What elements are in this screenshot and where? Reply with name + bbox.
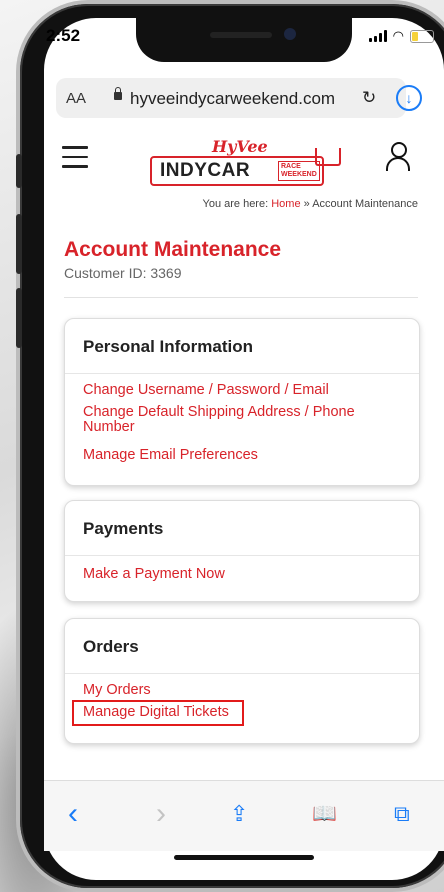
card-title: Personal Information bbox=[83, 337, 254, 356]
back-icon[interactable]: ‹ bbox=[68, 799, 78, 829]
change-shipping-link-cont[interactable]: Number bbox=[83, 420, 135, 435]
address-bar[interactable]: AA hyveeindycarweekend.com ↻ bbox=[56, 78, 406, 118]
personal-information-card: Personal Information Change Username / P… bbox=[64, 318, 420, 486]
divider bbox=[64, 297, 418, 298]
volume-down-button bbox=[16, 288, 22, 348]
lock-icon bbox=[114, 87, 122, 100]
status-time: 2:52 bbox=[46, 26, 81, 45]
customer-id: Customer ID: 3369 bbox=[64, 265, 182, 281]
signal-icon bbox=[368, 30, 387, 42]
text-size-button[interactable]: AA bbox=[66, 90, 86, 107]
email-preferences-link[interactable]: Manage Email Preferences bbox=[83, 448, 258, 463]
notch bbox=[136, 18, 352, 62]
cart-icon[interactable] bbox=[315, 148, 341, 166]
change-shipping-link[interactable]: Change Default Shipping Address / Phone bbox=[83, 405, 355, 420]
my-orders-link[interactable]: My Orders bbox=[83, 683, 151, 698]
breadcrumb-current: Account Maintenance bbox=[312, 198, 418, 210]
battery-icon bbox=[410, 29, 434, 43]
breadcrumb-home-link[interactable]: Home bbox=[271, 198, 300, 210]
menu-icon[interactable] bbox=[62, 146, 88, 175]
card-title: Orders bbox=[83, 637, 139, 656]
camera bbox=[284, 28, 296, 40]
card-title: Payments bbox=[83, 519, 164, 538]
logo-indycar: INDYCAR bbox=[160, 160, 251, 181]
card-divider bbox=[65, 555, 419, 556]
reload-icon[interactable]: ↻ bbox=[362, 88, 376, 108]
site-logo[interactable]: HyVee INDYCAR RACE WEEKEND bbox=[150, 137, 330, 188]
payments-card: Payments Make a Payment Now bbox=[64, 500, 420, 602]
home-indicator bbox=[174, 855, 314, 860]
breadcrumb: You are here: Home » Account Maintenance bbox=[203, 198, 419, 210]
mute-switch bbox=[16, 154, 22, 188]
tabs-icon[interactable]: ⧉ bbox=[394, 803, 410, 825]
account-icon[interactable] bbox=[386, 142, 410, 172]
logo-box: INDYCAR RACE WEEKEND bbox=[150, 156, 324, 186]
forward-icon[interactable]: › bbox=[156, 799, 166, 829]
make-payment-link[interactable]: Make a Payment Now bbox=[83, 567, 225, 582]
card-divider bbox=[65, 373, 419, 374]
breadcrumb-prefix: You are here: bbox=[202, 198, 269, 210]
highlight-box bbox=[72, 700, 244, 726]
volume-up-button bbox=[16, 214, 22, 274]
download-icon[interactable]: ↓ bbox=[396, 85, 422, 111]
status-icons: ◠ bbox=[368, 28, 434, 44]
url-text[interactable]: hyveeindycarweekend.com bbox=[130, 89, 335, 109]
bookmarks-icon[interactable]: 📖 bbox=[312, 803, 337, 825]
wifi-icon: ◠ bbox=[392, 28, 404, 43]
logo-race-weekend: RACE WEEKEND bbox=[278, 161, 320, 181]
change-credentials-link[interactable]: Change Username / Password / Email bbox=[83, 383, 329, 398]
page-title: Account Maintenance bbox=[64, 238, 282, 261]
breadcrumb-separator: » bbox=[303, 198, 310, 210]
speaker bbox=[210, 32, 272, 38]
share-icon[interactable]: ⇪ bbox=[230, 803, 248, 825]
logo-hyvee: HyVee bbox=[212, 137, 268, 156]
card-divider bbox=[65, 673, 419, 674]
browser-toolbar: ‹ › ⇪ 📖 ⧉ bbox=[44, 780, 444, 851]
